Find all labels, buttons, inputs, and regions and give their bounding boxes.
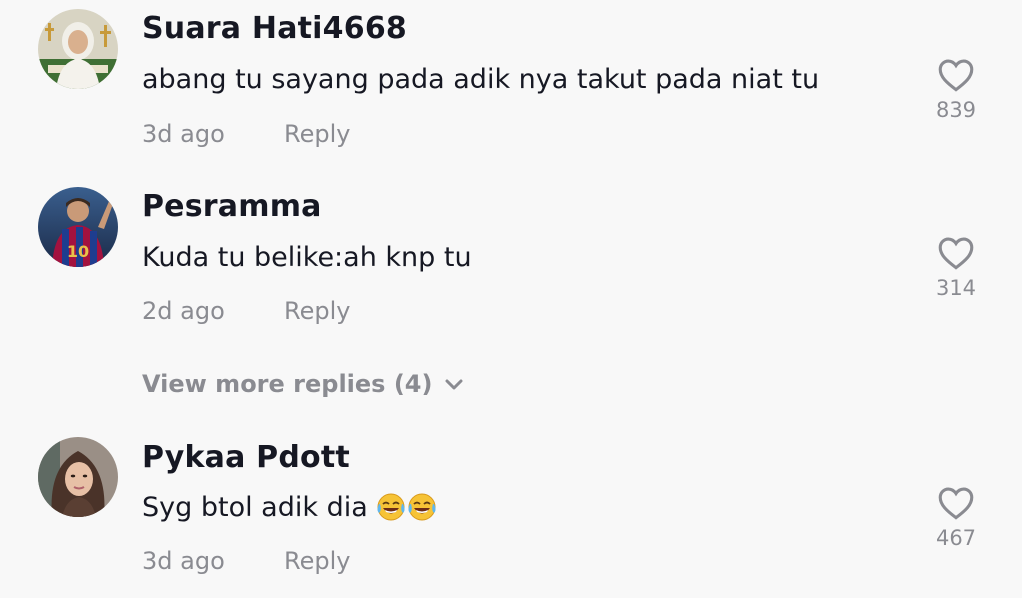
like-button[interactable]: 314 [930,236,982,300]
avatar[interactable]: 10 [38,187,118,267]
avatar[interactable] [38,437,118,517]
comment-timestamp: 3d ago [142,547,225,575]
comment-text-body: Syg btol adik dia [142,492,368,523]
avatar[interactable] [38,9,118,89]
view-more-replies-button[interactable]: View more replies (4) [142,370,464,398]
like-button[interactable]: 467 [930,486,982,550]
comment-text: Syg btol adik dia [142,492,438,529]
svg-text:10: 10 [67,242,89,261]
like-count: 839 [935,98,977,122]
like-button[interactable]: 839 [930,58,982,122]
view-more-replies-label: View more replies (4) [142,370,433,398]
comment-text: abang tu sayang pada adik nya takut pada… [142,64,820,95]
comment-timestamp: 3d ago [142,120,225,148]
comment-username[interactable]: Pesramma [142,189,322,224]
reply-button[interactable]: Reply [284,547,350,575]
comment-username[interactable]: Pykaa Pdott [142,440,350,475]
comment-text: Kuda tu belike:ah knp tu [142,242,472,273]
like-count: 467 [935,526,977,550]
heart-outline-icon[interactable] [937,486,975,520]
like-count: 314 [935,276,977,300]
reply-button[interactable]: Reply [284,120,350,148]
heart-outline-icon[interactable] [937,58,975,92]
chevron-down-icon [445,379,463,390]
emoji-icon [376,492,438,529]
comment-username[interactable]: Suara Hati4668 [142,11,407,46]
reply-button[interactable]: Reply [284,297,350,325]
comment-timestamp: 2d ago [142,297,225,325]
heart-outline-icon[interactable] [937,236,975,270]
